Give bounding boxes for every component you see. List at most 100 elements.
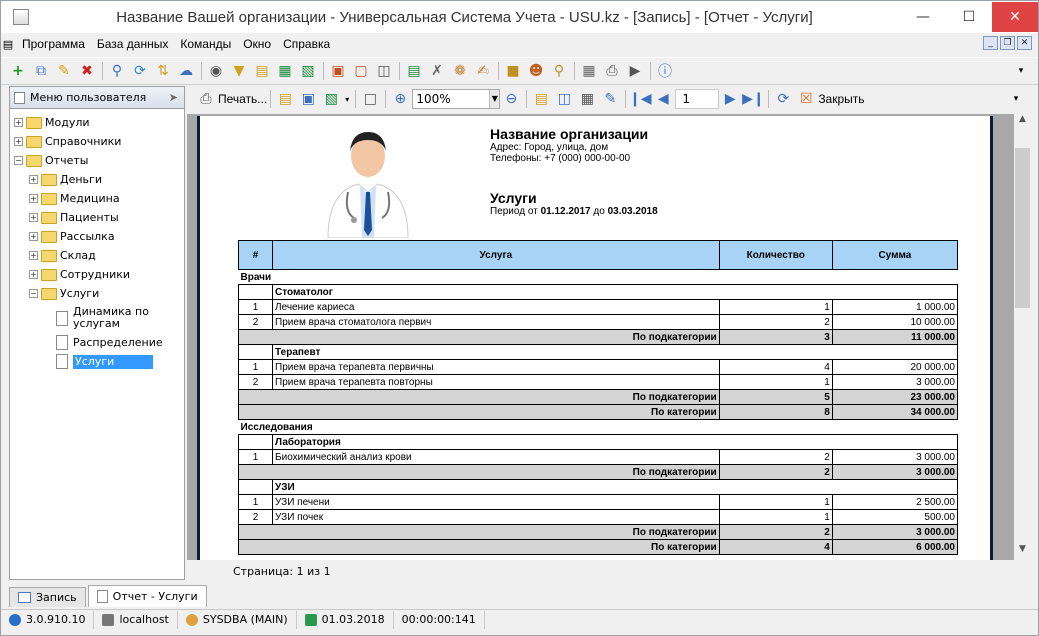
columns-icon[interactable]: ◫ [373, 60, 395, 82]
expand-icon[interactable]: + [29, 232, 38, 241]
group-icon[interactable]: ▤ [251, 60, 273, 82]
expand-icon[interactable]: + [14, 137, 23, 146]
chevron-down-icon[interactable]: ▼ [489, 90, 500, 108]
puzzle-icon[interactable]: ❁ [449, 60, 471, 82]
tree-item[interactable]: Распределение [10, 333, 184, 352]
tree-item[interactable]: + Пациенты [10, 208, 184, 227]
scroll-up-icon[interactable]: ▲ [1014, 114, 1031, 130]
import-icon[interactable]: ▧ [297, 60, 319, 82]
open-icon[interactable]: ▤ [274, 88, 296, 110]
copy-icon[interactable]: ⧉ [30, 60, 52, 82]
expand-icon[interactable]: + [29, 175, 38, 184]
expand-icon[interactable]: + [29, 270, 38, 279]
key-icon[interactable]: ⚲ [548, 60, 570, 82]
menu-program[interactable]: Программа [16, 37, 91, 51]
lock-icon[interactable]: ■ [502, 60, 524, 82]
subtotal-label: По подкатегории [238, 389, 720, 405]
add-icon[interactable]: + [7, 60, 29, 82]
find-icon[interactable]: ▦ [576, 88, 598, 110]
print-icon[interactable]: ⎙ [601, 60, 623, 82]
page-setup-icon[interactable]: □ [359, 88, 381, 110]
expand-icon[interactable]: + [29, 213, 38, 222]
mdi-close-button[interactable]: ✕ [1017, 36, 1032, 50]
service-quantity: 1 [718, 509, 833, 525]
tree-item[interactable]: Услуги [10, 352, 184, 371]
filter-icon[interactable]: ▼ [228, 60, 250, 82]
collapse-icon[interactable]: − [29, 289, 38, 298]
tab-report-services[interactable]: Отчет - Услуги [87, 585, 207, 607]
export-icon[interactable]: ▢ [350, 60, 372, 82]
menu-window[interactable]: Окно [237, 37, 277, 51]
edit-report-icon[interactable]: ✎ [599, 88, 621, 110]
tree-item-label: Сотрудники [60, 268, 131, 281]
collapse-icon[interactable]: − [14, 156, 23, 165]
binoculars-icon[interactable]: ◉ [205, 60, 227, 82]
tree-item[interactable]: − Услуги [10, 284, 184, 303]
scroll-down-icon[interactable]: ▼ [1014, 544, 1031, 560]
tree-item[interactable]: Динамика по услугам [10, 303, 184, 333]
grid-icon[interactable]: ▦ [578, 60, 600, 82]
tab-record[interactable]: Запись [9, 587, 86, 607]
info-icon[interactable]: ⓘ [654, 60, 676, 82]
toolbar-separator [270, 90, 272, 108]
play-icon[interactable]: ▶ [624, 60, 646, 82]
minimize-button[interactable]: — [900, 2, 946, 32]
mdi-minimize-button[interactable]: _ [983, 36, 998, 50]
sort-icon[interactable]: ⇅ [152, 60, 174, 82]
calendar-icon[interactable]: ▤ [403, 60, 425, 82]
tree-item[interactable]: + Деньги [10, 170, 184, 189]
export-icon[interactable]: ▧ [320, 88, 342, 110]
expand-icon[interactable]: + [29, 194, 38, 203]
tools-icon[interactable]: ✗ [426, 60, 448, 82]
outline-icon[interactable]: ▤ [530, 88, 552, 110]
close-report-button[interactable]: Закрыть [818, 92, 864, 106]
menu-commands[interactable]: Команды [174, 37, 237, 51]
tree-item[interactable]: + Склад [10, 246, 184, 265]
comment-icon[interactable]: ☁ [175, 60, 197, 82]
print-button[interactable]: Печать... [218, 92, 267, 106]
users-icon[interactable]: ☻ [525, 60, 547, 82]
column-header-sum: Сумма [831, 240, 959, 270]
toolbar-overflow-icon[interactable]: ▾ [1010, 60, 1032, 82]
export-excel-icon[interactable]: ▦ [274, 60, 296, 82]
toolbar-overflow-icon[interactable]: ▾ [1005, 88, 1027, 110]
tree-item[interactable]: + Сотрудники [10, 265, 184, 284]
close-report-icon[interactable]: ☒ [795, 88, 817, 110]
tree-item[interactable]: + Рассылка [10, 227, 184, 246]
zoom-out-icon[interactable]: ⊖ [500, 88, 522, 110]
maximize-button[interactable]: ☐ [946, 2, 992, 32]
page-number-input[interactable]: 1 [675, 89, 720, 109]
pin-icon[interactable]: ➤ [169, 91, 178, 104]
tree-item[interactable]: − Отчеты [10, 151, 184, 170]
next-page-icon[interactable]: ▶ [719, 88, 741, 110]
menu-database[interactable]: База данных [91, 37, 174, 51]
delete-icon[interactable]: ✖ [76, 60, 98, 82]
tree-item[interactable]: + Медицина [10, 189, 184, 208]
edit-icon[interactable]: ✎ [53, 60, 75, 82]
vertical-scrollbar[interactable]: ▲ ▼ [1014, 114, 1031, 560]
print-icon[interactable]: ⎙ [195, 88, 217, 110]
mdi-restore-button[interactable]: ❐ [1000, 36, 1015, 50]
zoom-select[interactable]: 100% ▼ [412, 89, 501, 109]
column-header-quantity: Количество [718, 240, 833, 270]
tree-item[interactable]: + Модули [10, 113, 184, 132]
search-icon[interactable]: ⚲ [106, 60, 128, 82]
expand-icon[interactable]: + [29, 251, 38, 260]
zoom-in-icon[interactable]: ⊕ [389, 88, 411, 110]
toolbar-separator [201, 62, 202, 80]
scrollbar-thumb[interactable] [1015, 148, 1030, 308]
save-icon[interactable]: ▣ [297, 88, 319, 110]
prev-page-icon[interactable]: ◀ [652, 88, 674, 110]
close-button[interactable]: ✕ [992, 2, 1038, 32]
menu-help[interactable]: Справка [277, 37, 336, 51]
pencil-note-icon[interactable]: ✍ [472, 60, 494, 82]
last-page-icon[interactable]: ▶❙ [742, 88, 765, 110]
reload-icon[interactable]: ⟳ [772, 88, 794, 110]
refresh-icon[interactable]: ⟳ [129, 60, 151, 82]
expand-icon[interactable]: + [14, 118, 23, 127]
first-page-icon[interactable]: ❙◀ [629, 88, 652, 110]
tree-item[interactable]: + Справочники [10, 132, 184, 151]
export-dropdown-icon[interactable]: ▾ [343, 88, 351, 110]
new-window-icon[interactable]: ▣ [327, 60, 349, 82]
thumbnails-icon[interactable]: ◫ [553, 88, 575, 110]
